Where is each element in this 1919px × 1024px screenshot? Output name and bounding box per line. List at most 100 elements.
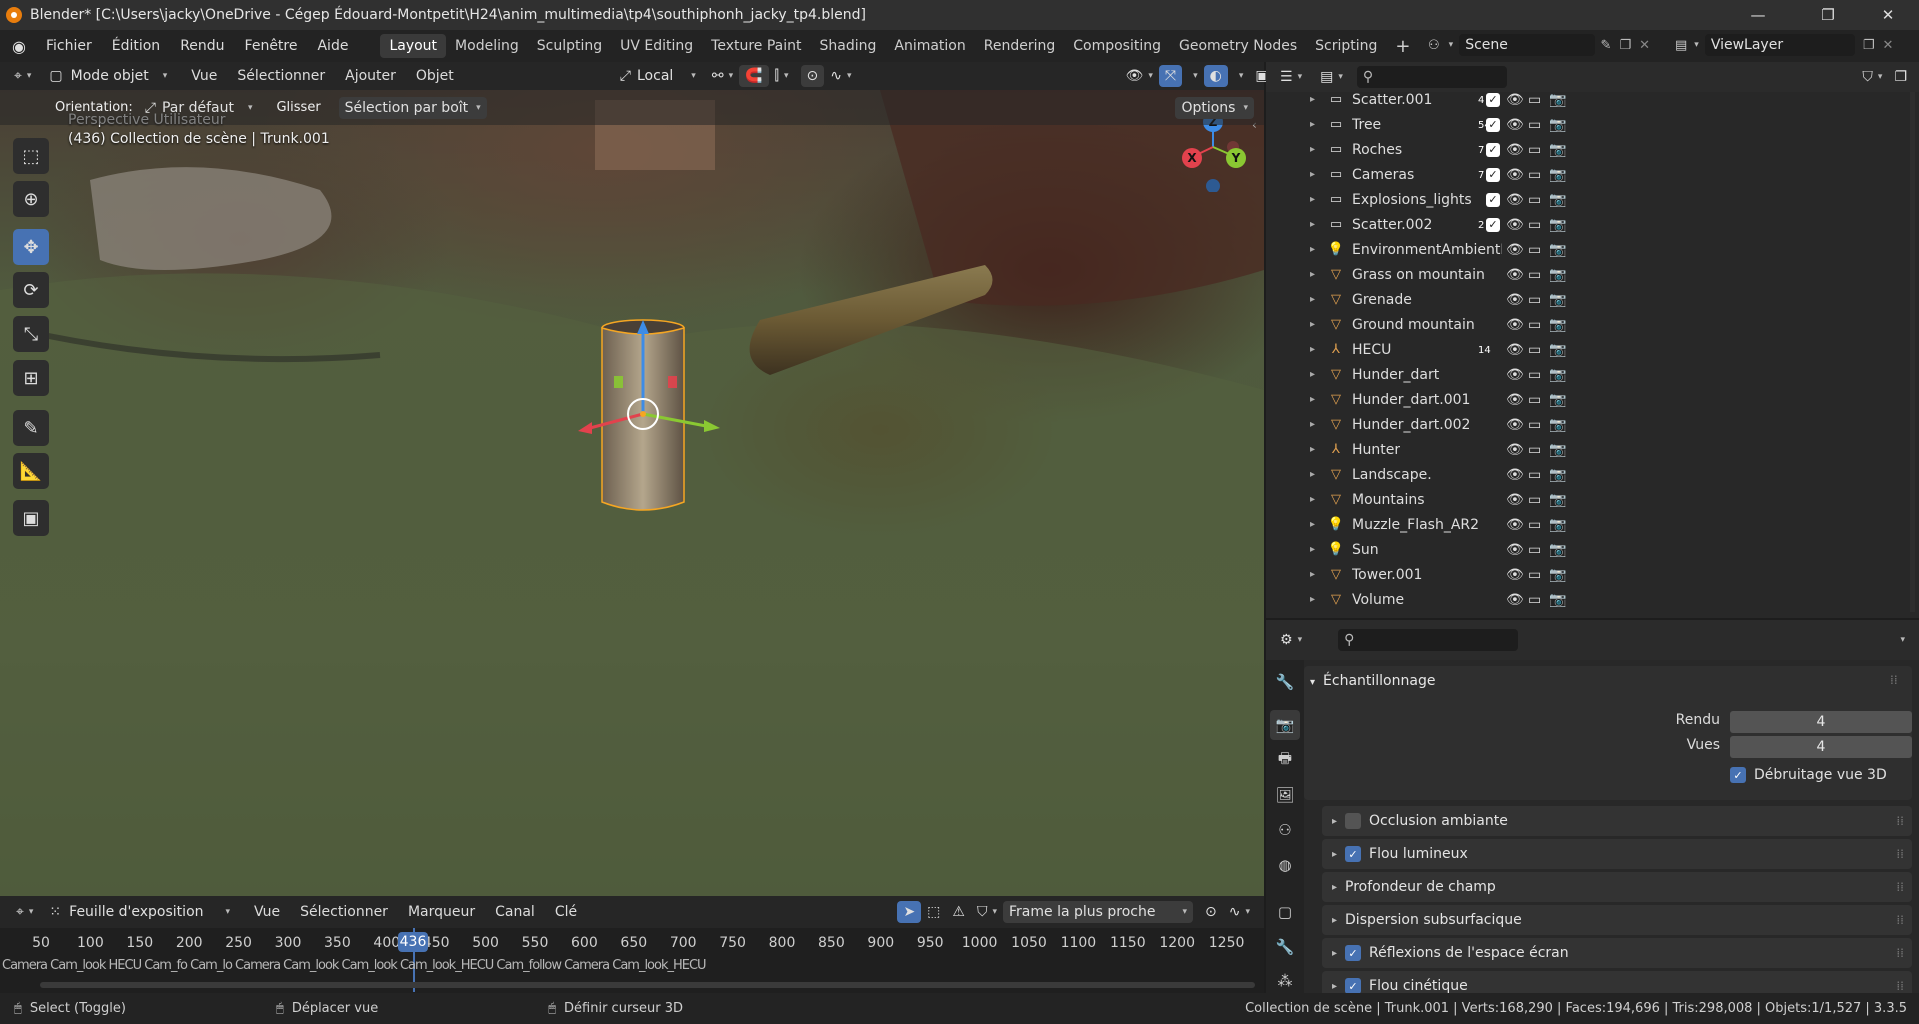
eye-icon[interactable]: 👁 — [1506, 142, 1524, 158]
expand-arrow-icon[interactable]: ▸ — [1310, 269, 1315, 280]
eye-icon[interactable]: 👁 — [1506, 317, 1524, 333]
outliner-row[interactable]: ▸ ▽ Hunder_dart 👁 ▭ 📷 — [1266, 362, 1919, 387]
menu-render[interactable]: Rendu — [170, 38, 234, 54]
viewlayer-name-field[interactable]: ViewLayer — [1704, 34, 1855, 56]
viewport-disable-icon[interactable]: ▭ — [1528, 242, 1541, 258]
render-samples-field[interactable]: 4 — [1730, 711, 1912, 733]
viewport-disable-icon[interactable]: ▭ — [1528, 567, 1541, 583]
outliner-row[interactable]: ▸ ▽ Ground mountain 👁 ▭ 📷 — [1266, 312, 1919, 337]
orientation-selector[interactable]: ⤢ Par défaut ▾ — [139, 97, 259, 119]
expand-arrow-icon[interactable]: ▸ — [1310, 369, 1315, 380]
timeline-menu-select[interactable]: Sélectionner — [290, 904, 398, 920]
render-disable-icon[interactable]: 📷 — [1549, 117, 1566, 133]
viewport-disable-icon[interactable]: ▭ — [1528, 292, 1541, 308]
filter-icon[interactable]: ⛉ ▾ — [1856, 66, 1888, 88]
remove-scene-icon[interactable]: ✕ — [1639, 38, 1650, 53]
pivot-icon[interactable]: ⚯ ▾ — [706, 65, 739, 87]
viewport-disable-icon[interactable]: ▭ — [1528, 317, 1541, 333]
expand-arrow-icon[interactable]: ▸ — [1310, 219, 1315, 230]
outliner-row[interactable]: ▸ ▽ Hunder_dart.001 👁 ▭ 📷 — [1266, 387, 1919, 412]
outliner-row[interactable]: ▸ ▽ Landscape. 👁 ▭ 📷 — [1266, 462, 1919, 487]
checkbox-checked-icon[interactable]: ✓ — [1345, 846, 1362, 862]
exclude-checkbox[interactable]: ✓ — [1486, 192, 1500, 207]
timeline-menu-channel[interactable]: Canal — [485, 904, 545, 920]
menu-view[interactable]: Vue — [181, 68, 227, 84]
eye-icon[interactable]: 👁 — [1506, 367, 1524, 383]
render-disable-icon[interactable]: 📷 — [1549, 142, 1566, 158]
render-disable-icon[interactable]: 📷 — [1549, 342, 1566, 358]
eye-icon[interactable]: 👁 — [1506, 542, 1524, 558]
eye-icon[interactable]: 👁 — [1506, 92, 1524, 108]
render-disable-icon[interactable]: 📷 — [1549, 367, 1566, 383]
render-disable-icon[interactable]: 📷 — [1549, 542, 1566, 558]
checkbox-checked-icon[interactable]: ✓ — [1345, 978, 1362, 994]
gizmo-y-axis[interactable]: Y — [1226, 148, 1246, 168]
add-cube-tool-icon[interactable]: ▣ — [13, 500, 49, 536]
eye-icon[interactable]: 👁 — [1506, 517, 1524, 533]
tab-sculpting[interactable]: Sculpting — [528, 34, 611, 58]
tab-scripting[interactable]: Scripting — [1306, 34, 1386, 58]
viewport-disable-icon[interactable]: ▭ — [1528, 142, 1541, 158]
render-disable-icon[interactable]: 📷 — [1549, 292, 1566, 308]
expand-arrow-icon[interactable]: ▸ — [1310, 419, 1315, 430]
property-section[interactable]: ▸ Profondeur de champ ⁞⁞ — [1322, 872, 1912, 902]
expand-arrow-icon[interactable]: ▸ — [1310, 494, 1315, 505]
outliner-row[interactable]: ▸ ▭ Tree 54 ✓ 👁 ▭ 📷 — [1266, 112, 1919, 137]
outliner-row[interactable]: ▸ ⅄ HECU 14 👁 ▭ 📷 — [1266, 337, 1919, 362]
only-selected-icon[interactable]: ➤ — [897, 901, 922, 923]
properties-editor-type-icon[interactable]: ⚙ ▾ — [1274, 629, 1308, 651]
outliner-row[interactable]: ▸ ▽ Grenade 👁 ▭ 📷 — [1266, 287, 1919, 312]
eye-icon[interactable]: 👁 — [1506, 392, 1524, 408]
add-workspace-icon[interactable]: + — [1386, 32, 1419, 61]
properties-search-input[interactable]: ⚲ — [1338, 629, 1519, 651]
eye-icon[interactable]: 👁 — [1506, 492, 1524, 508]
scene-tab-icon[interactable]: ⚇ — [1270, 815, 1300, 845]
outliner-row[interactable]: ▸ ▭ Roches 7 ✓ 👁 ▭ 📷 — [1266, 137, 1919, 162]
viewport-disable-icon[interactable]: ▭ — [1528, 92, 1541, 108]
eye-icon[interactable]: 👁 — [1506, 192, 1524, 208]
tab-rendering[interactable]: Rendering — [975, 34, 1065, 58]
viewport-disable-icon[interactable]: ▭ — [1528, 367, 1541, 383]
eye-icon[interactable]: 👁 — [1506, 242, 1524, 258]
viewport-disable-icon[interactable]: ▭ — [1528, 417, 1541, 433]
drag-handle-icon[interactable]: ⁞⁞ — [1890, 673, 1898, 687]
render-disable-icon[interactable]: 📷 — [1549, 417, 1566, 433]
pin-icon[interactable]: ✎ — [1601, 38, 1612, 53]
outliner-editor-type-icon[interactable]: ☰ ▾ — [1274, 66, 1308, 88]
sampling-header[interactable]: ▾ Échantillonnage — [1310, 673, 1435, 689]
render-disable-icon[interactable]: 📷 — [1549, 592, 1566, 608]
drag-selector[interactable]: Sélection par boît ▾ — [338, 96, 487, 119]
render-disable-icon[interactable]: 📷 — [1549, 242, 1566, 258]
eye-icon[interactable]: 👁 — [1506, 167, 1524, 183]
maximize-button[interactable]: ❐ — [1805, 0, 1851, 30]
visibility-icon[interactable]: 👁 ▾ — [1120, 65, 1159, 87]
viewlayer-selector[interactable]: ▤ ▾ ViewLayer ❐ ✕ — [1675, 33, 1915, 57]
exclude-checkbox[interactable]: ✓ — [1486, 167, 1500, 182]
outliner-row[interactable]: ▸ ▭ Cameras 7 ✓ 👁 ▭ 📷 — [1266, 162, 1919, 187]
tab-shading[interactable]: Shading — [811, 34, 886, 58]
menu-help[interactable]: Aide — [307, 38, 358, 54]
proportional-action-icon[interactable]: ⊙ — [1199, 901, 1223, 923]
expand-arrow-icon[interactable]: ▸ — [1310, 344, 1315, 355]
eye-icon[interactable]: 👁 — [1506, 467, 1524, 483]
outliner-row[interactable]: ▸ 💡 Muzzle_Flash_AR2 👁 ▭ 📷 — [1266, 512, 1919, 537]
viewport-disable-icon[interactable]: ▭ — [1528, 192, 1541, 208]
viewport-disable-icon[interactable]: ▭ — [1528, 167, 1541, 183]
outliner-row[interactable]: ▸ ▽ Grass on mountain 👁 ▭ 📷 — [1266, 262, 1919, 287]
expand-arrow-icon[interactable]: ▸ — [1310, 244, 1315, 255]
render-disable-icon[interactable]: 📷 — [1549, 192, 1566, 208]
outliner-search-input[interactable]: ⚲ — [1356, 66, 1507, 88]
tool-tab-icon[interactable]: 🔧 — [1270, 667, 1300, 697]
expand-arrow-icon[interactable]: ▸ — [1310, 94, 1315, 105]
scale-tool-icon[interactable]: ⤡ — [13, 316, 49, 352]
view-layer-tab-icon[interactable]: 🖼 — [1270, 780, 1300, 810]
exclude-checkbox[interactable]: ✓ — [1486, 117, 1500, 132]
blender-menu-icon[interactable]: ◉ — [12, 37, 26, 56]
render-disable-icon[interactable]: 📷 — [1549, 517, 1566, 533]
eye-icon[interactable]: 👁 — [1506, 267, 1524, 283]
scene-selector[interactable]: ⚇ ▾ Scene ✎ ❐ ✕ — [1428, 33, 1650, 57]
mode-selector[interactable]: ▢ Mode objet ▾ — [43, 65, 173, 87]
timeline-menu-key[interactable]: Clé — [545, 904, 587, 920]
particles-tab-icon[interactable]: ⁂ — [1270, 966, 1300, 996]
drag-handle-icon[interactable]: ⁞⁞ — [1896, 913, 1904, 927]
